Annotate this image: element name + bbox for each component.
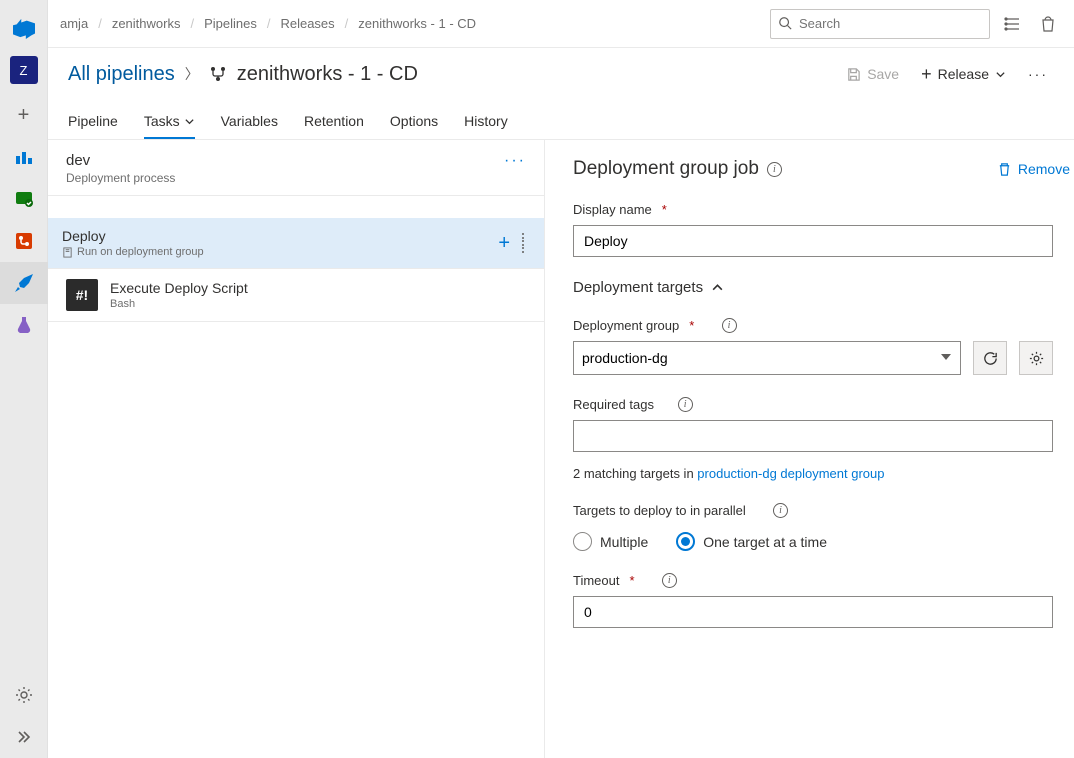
task-deploy-job[interactable]: Deploy Run on deployment group + bbox=[48, 218, 544, 269]
task-subtitle: Bash bbox=[110, 298, 526, 310]
refresh-button[interactable] bbox=[973, 341, 1007, 375]
project-badge[interactable]: Z bbox=[10, 56, 38, 84]
chevron-up-icon bbox=[711, 281, 724, 294]
search-input[interactable] bbox=[770, 9, 990, 39]
left-rail: Z + bbox=[0, 0, 48, 758]
info-icon[interactable]: i bbox=[767, 162, 782, 177]
deployment-targets-section[interactable]: Deployment targets bbox=[573, 279, 1074, 296]
more-actions-button[interactable]: ··· bbox=[1022, 62, 1054, 86]
task-title: Deploy bbox=[62, 228, 498, 244]
tab-history[interactable]: History bbox=[464, 113, 508, 139]
tab-tasks[interactable]: Tasks bbox=[144, 113, 195, 139]
top-bar: amja/ zenithworks/ Pipelines/ Releases/ … bbox=[48, 0, 1074, 48]
trash-icon bbox=[997, 162, 1012, 177]
stage-name: dev bbox=[66, 152, 504, 169]
timeout-label: Timeout * i bbox=[573, 573, 1053, 588]
tab-variables[interactable]: Variables bbox=[221, 113, 278, 139]
title-bar: All pipelines 〉 zenithworks - 1 - CD Sav… bbox=[48, 48, 1074, 100]
stage-more-button[interactable]: ··· bbox=[504, 152, 526, 170]
tab-retention[interactable]: Retention bbox=[304, 113, 364, 139]
tab-options[interactable]: Options bbox=[390, 113, 438, 139]
timeout-input[interactable] bbox=[573, 596, 1053, 628]
azure-devops-logo[interactable] bbox=[12, 16, 36, 40]
crumb[interactable]: Releases bbox=[280, 16, 334, 31]
deployment-group-select[interactable]: production-dg bbox=[573, 341, 961, 375]
radio-one-at-a-time[interactable]: One target at a time bbox=[676, 532, 827, 551]
task-execute-script[interactable]: #! Execute Deploy Script Bash bbox=[48, 269, 544, 322]
chevron-down-icon bbox=[995, 69, 1006, 80]
info-icon[interactable]: i bbox=[662, 573, 677, 588]
deployment-group-label: Deployment group * i bbox=[573, 318, 1053, 333]
rail-collapse-icon[interactable] bbox=[0, 716, 48, 758]
save-button[interactable]: Save bbox=[840, 62, 905, 86]
breadcrumb: amja/ zenithworks/ Pipelines/ Releases/ … bbox=[60, 16, 476, 31]
bash-icon: #! bbox=[66, 279, 98, 311]
chevron-right-icon: 〉 bbox=[185, 64, 199, 84]
deployment-group-link[interactable]: production-dg deployment group bbox=[697, 466, 884, 481]
tab-strip: Pipeline Tasks Variables Retention Optio… bbox=[48, 100, 1074, 140]
all-pipelines-link[interactable]: All pipelines bbox=[68, 63, 175, 86]
matching-targets-text: 2 matching targets in production-dg depl… bbox=[573, 466, 1053, 481]
drag-handle-icon[interactable] bbox=[520, 233, 526, 253]
release-button[interactable]: + Release bbox=[915, 60, 1012, 89]
stage-header[interactable]: dev Deployment process ··· bbox=[48, 140, 544, 196]
required-tags-input[interactable] bbox=[573, 420, 1053, 452]
save-icon bbox=[846, 67, 861, 82]
rail-testplans-icon[interactable] bbox=[0, 304, 48, 346]
server-icon bbox=[62, 247, 73, 258]
crumb[interactable]: zenithworks bbox=[112, 16, 181, 31]
shopping-bag-icon[interactable] bbox=[1034, 10, 1062, 38]
add-icon[interactable]: + bbox=[0, 94, 48, 136]
chevron-down-icon bbox=[184, 116, 195, 127]
parallel-label: Targets to deploy to in parallel i bbox=[573, 503, 1053, 518]
rail-pipelines-icon[interactable] bbox=[0, 262, 48, 304]
info-icon[interactable]: i bbox=[773, 503, 788, 518]
rail-boards-icon[interactable] bbox=[0, 178, 48, 220]
search-box[interactable] bbox=[770, 9, 990, 39]
task-list-pane: dev Deployment process ··· Deploy Run on… bbox=[48, 140, 545, 758]
task-subtitle: Run on deployment group bbox=[62, 246, 498, 258]
main-area: amja/ zenithworks/ Pipelines/ Releases/ … bbox=[48, 0, 1074, 758]
properties-pane: Deployment group job i Remove Display na… bbox=[545, 140, 1074, 758]
info-icon[interactable]: i bbox=[722, 318, 737, 333]
display-name-input[interactable] bbox=[573, 225, 1053, 257]
stage-subtitle: Deployment process bbox=[66, 171, 504, 185]
marketplace-icon[interactable] bbox=[998, 10, 1026, 38]
pipeline-name: zenithworks - 1 - CD bbox=[237, 63, 418, 86]
crumb[interactable]: zenithworks - 1 - CD bbox=[358, 16, 476, 31]
required-tags-label: Required tags i bbox=[573, 397, 1053, 412]
rail-repos-icon[interactable] bbox=[0, 220, 48, 262]
task-title: Execute Deploy Script bbox=[110, 280, 526, 296]
rail-settings-icon[interactable] bbox=[0, 674, 48, 716]
tab-pipeline[interactable]: Pipeline bbox=[68, 113, 118, 139]
display-name-label: Display name * bbox=[573, 202, 1053, 217]
pipeline-type-icon bbox=[209, 65, 227, 83]
crumb[interactable]: Pipelines bbox=[204, 16, 257, 31]
radio-multiple[interactable]: Multiple bbox=[573, 532, 648, 551]
plus-icon: + bbox=[921, 64, 932, 85]
manage-button[interactable] bbox=[1019, 341, 1053, 375]
add-task-button[interactable]: + bbox=[498, 232, 510, 255]
panel-heading: Deployment group job i bbox=[573, 158, 782, 180]
info-icon[interactable]: i bbox=[678, 397, 693, 412]
remove-button[interactable]: Remove bbox=[997, 161, 1070, 177]
search-icon bbox=[778, 16, 792, 30]
crumb[interactable]: amja bbox=[60, 16, 88, 31]
rail-overview-icon[interactable] bbox=[0, 136, 48, 178]
